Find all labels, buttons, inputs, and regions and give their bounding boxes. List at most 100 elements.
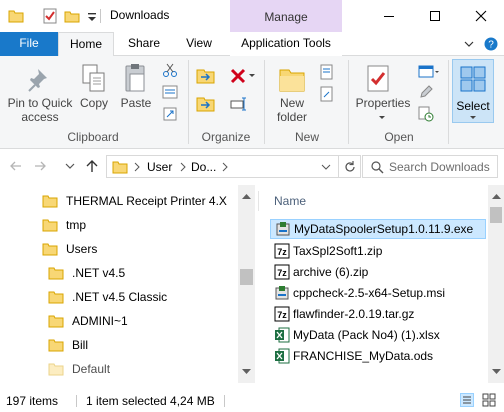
move-to-icon[interactable]	[196, 67, 218, 85]
chevron-right-icon[interactable]	[133, 162, 141, 172]
tab-application-tools[interactable]: Application Tools	[230, 32, 342, 56]
file-name: archive (6).zip	[293, 265, 369, 279]
nav-item[interactable]: ADMINI~1	[48, 309, 128, 333]
folder-icon	[48, 315, 64, 327]
file-row[interactable]: MyDataSpoolerSetup1.0.11.9.exe	[270, 219, 486, 239]
history-icon[interactable]	[418, 106, 434, 122]
pin-label[interactable]: Pin to Quick	[4, 97, 76, 110]
chevron-down-icon[interactable]	[462, 37, 476, 51]
maximize-button[interactable]	[412, 0, 458, 32]
tab-file[interactable]: File	[0, 32, 58, 56]
divider	[264, 60, 265, 144]
edit-icon[interactable]	[418, 84, 434, 100]
chevron-down-icon[interactable]	[248, 72, 256, 80]
copy-path-icon[interactable]	[162, 84, 178, 100]
close-button[interactable]	[458, 0, 504, 32]
help-icon[interactable]: ?	[484, 37, 498, 51]
file-row[interactable]: 7z flawfinder-2.0.19.tar.gz	[270, 304, 486, 324]
chevron-right-icon[interactable]	[179, 162, 187, 172]
pin-label-2[interactable]: access	[4, 111, 76, 124]
customize-quick-access-icon[interactable]	[84, 8, 100, 24]
breadcrumb-user[interactable]: User	[147, 160, 172, 174]
nav-item[interactable]: Bill	[48, 333, 88, 357]
nav-item[interactable]: tmp	[42, 213, 86, 237]
scroll-up-icon[interactable]	[242, 193, 251, 199]
rename-icon[interactable]	[230, 96, 248, 112]
tab-home[interactable]: Home	[58, 32, 114, 57]
new-item-icon[interactable]	[320, 64, 334, 80]
paste-icon[interactable]	[124, 63, 148, 95]
scroll-up-icon[interactable]	[492, 193, 501, 199]
chevron-right-icon[interactable]	[221, 162, 229, 172]
cut-icon[interactable]	[162, 62, 178, 78]
forward-arrow-icon[interactable]	[32, 158, 48, 174]
nav-item[interactable]: Users	[42, 237, 97, 261]
nav-item-label: THERMAL Receipt Printer 4.X	[66, 194, 227, 208]
close-icon	[475, 10, 487, 22]
nav-item[interactable]: .NET v4.5 Classic	[48, 285, 167, 309]
file-row[interactable]: cppcheck-2.5-x64-Setup.msi	[270, 283, 486, 303]
open-icon[interactable]	[418, 64, 440, 80]
window-title: Downloads	[110, 8, 170, 22]
chevron-down-icon[interactable]	[321, 163, 331, 171]
svg-text:7z: 7z	[277, 247, 287, 257]
easy-access-icon[interactable]	[320, 86, 334, 102]
scroll-thumb[interactable]	[490, 207, 502, 223]
properties-icon[interactable]	[42, 8, 58, 24]
copy-to-icon[interactable]	[196, 95, 218, 113]
nav-item-label: Users	[66, 242, 98, 256]
up-arrow-icon[interactable]	[84, 158, 100, 174]
chevron-down-icon[interactable]	[378, 114, 386, 122]
back-arrow-icon[interactable]	[8, 158, 24, 174]
file-list-scrollbar[interactable]	[488, 185, 504, 383]
search-input[interactable]: Search Downloads	[362, 155, 498, 178]
minimize-button[interactable]	[366, 0, 412, 32]
tab-share[interactable]: Share	[120, 32, 168, 56]
paste-label[interactable]: Paste	[116, 97, 156, 110]
breadcrumb-downloads[interactable]: Do...	[191, 160, 216, 174]
ribbon-home: Pin to Quick access Copy Paste Clipboard…	[0, 56, 504, 149]
file-name: cppcheck-2.5-x64-Setup.msi	[293, 286, 446, 300]
group-label-clipboard: Clipboard	[67, 130, 119, 144]
navigation-pane: THERMAL Receipt Printer 4.X tmp Users .N…	[0, 185, 255, 383]
large-icons-view-icon[interactable]	[482, 393, 496, 407]
details-view-icon[interactable]	[460, 393, 474, 407]
nav-item[interactable]: Default	[48, 357, 110, 381]
nav-item[interactable]: THERMAL Receipt Printer 4.X	[42, 189, 227, 213]
folder-icon	[42, 195, 58, 207]
new-folder-label-2[interactable]: folder	[268, 111, 316, 124]
column-header-name[interactable]: Name	[274, 194, 306, 208]
scroll-down-icon[interactable]	[242, 369, 251, 375]
divider	[76, 395, 77, 407]
refresh-button[interactable]	[339, 155, 361, 178]
file-row[interactable]: MyData (Pack No4) (1).xlsx	[270, 325, 486, 345]
recent-locations-icon[interactable]	[62, 158, 78, 174]
divider	[448, 60, 449, 144]
select-button[interactable]: Select	[452, 59, 494, 123]
file-row[interactable]: 7z TaxSpl2Soft1.zip	[270, 241, 486, 261]
file-row[interactable]: 7z archive (6).zip	[270, 262, 486, 282]
properties-label[interactable]: Properties	[352, 97, 414, 110]
search-placeholder: Search Downloads	[389, 160, 490, 174]
copy-icon[interactable]	[82, 64, 106, 94]
nav-item[interactable]: .NET v4.5	[48, 261, 125, 285]
file-row[interactable]: FRANCHISE_MyData.ods	[270, 346, 486, 366]
tab-view[interactable]: View	[176, 32, 222, 56]
new-folder-label[interactable]: New	[268, 97, 316, 110]
new-folder-icon[interactable]	[278, 64, 306, 94]
delete-icon[interactable]	[230, 68, 246, 84]
pin-icon[interactable]	[26, 66, 54, 94]
paste-shortcut-icon[interactable]	[162, 106, 178, 122]
scroll-thumb[interactable]	[240, 269, 253, 285]
address-bar[interactable]: User Do...	[106, 155, 339, 178]
copy-label[interactable]: Copy	[76, 97, 112, 110]
properties-icon[interactable]	[366, 64, 392, 94]
installer-icon	[276, 222, 290, 236]
7zip-archive-icon: 7z	[274, 243, 290, 259]
new-folder-quick-icon[interactable]	[64, 8, 80, 24]
divider	[188, 60, 189, 144]
chevron-down-icon	[470, 116, 476, 119]
maximize-icon	[430, 11, 440, 21]
scroll-down-icon[interactable]	[492, 369, 501, 375]
nav-scrollbar[interactable]	[238, 185, 255, 383]
